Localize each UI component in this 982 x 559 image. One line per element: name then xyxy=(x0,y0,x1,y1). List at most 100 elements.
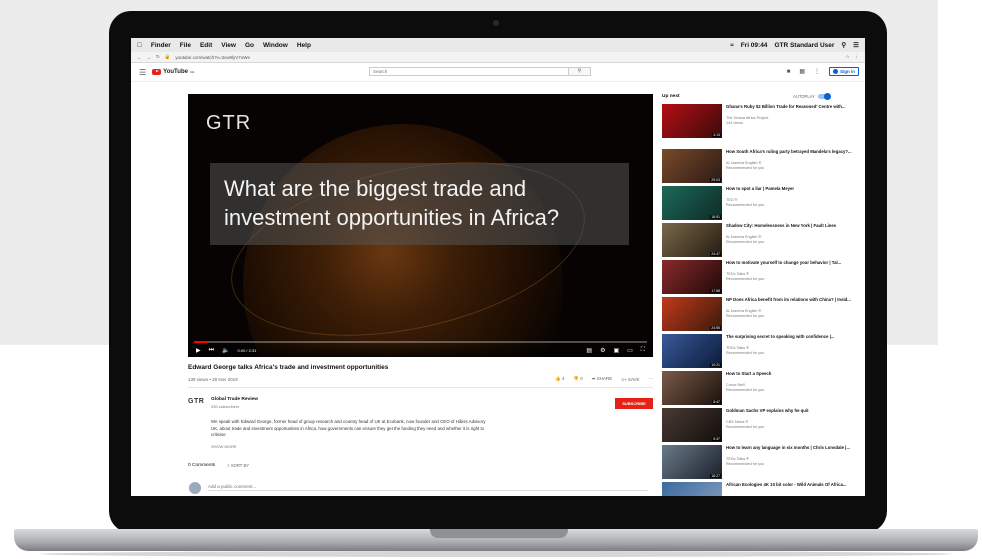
settings-gear-icon[interactable]: ⚙ xyxy=(600,347,605,354)
recommended-channel: Al Jazeera English ® xyxy=(726,235,762,239)
recommended-title: Shadow City: Homelessness in New York | … xyxy=(726,223,837,228)
recommended-video[interactable]: 24:47 Shadow City: Homelessness in New Yo… xyxy=(662,223,862,259)
duration-badge: 5:37 xyxy=(712,437,721,441)
next-icon[interactable]: ⏭ xyxy=(209,347,214,354)
settings-icon[interactable]: ⋮ xyxy=(814,68,820,75)
recommended-meta: Recommended for you xyxy=(726,351,765,355)
subscribe-button[interactable]: SUBSCRIBE xyxy=(615,398,653,409)
video-thumbnail[interactable]: 25:03 xyxy=(662,149,722,183)
sign-in-button[interactable]: Sign in xyxy=(829,67,859,76)
more-icon[interactable]: ⋯ xyxy=(649,376,654,382)
video-thumbnail[interactable]: 5:37 xyxy=(662,408,722,442)
forward-icon[interactable]: → xyxy=(147,55,152,60)
hamburger-icon[interactable]: ☰ xyxy=(139,68,146,77)
apps-icon[interactable]: ▦ xyxy=(799,68,805,75)
menu-view[interactable]: View xyxy=(221,42,236,49)
menu-go[interactable]: Go xyxy=(245,42,254,49)
save-button[interactable]: ≡+ SAVE xyxy=(621,377,639,382)
mac-menubar:  Finder File Edit View Go Window Help ≈… xyxy=(131,38,865,52)
channel-name[interactable]: Global Trade Review xyxy=(211,397,258,402)
theater-icon[interactable]: ▭ xyxy=(627,347,633,354)
comment-count: 0 Comments xyxy=(188,463,216,468)
autoplay-toggle[interactable]: AUTOPLAY xyxy=(793,93,831,100)
recommended-video[interactable]: 18:27 How to learn any language in six mo… xyxy=(662,445,862,481)
youtube-logo[interactable]: YouTube GB xyxy=(152,69,194,75)
spotlight-icon[interactable]: ⚲ xyxy=(841,41,846,49)
video-meta-row: 139 views • 28 Nov 2019 👍 4 👎 0 ➦ SHARE … xyxy=(188,376,653,382)
play-icon[interactable]: ▶ xyxy=(196,347,201,354)
video-thumbnail[interactable]: 17:58 xyxy=(662,260,722,294)
apple-icon[interactable]:  xyxy=(137,42,142,49)
search-input[interactable] xyxy=(369,67,569,76)
menu-help[interactable]: Help xyxy=(297,42,311,49)
recommended-channel: TED ® xyxy=(726,198,738,202)
recommended-channel: The Ghana Africa Project xyxy=(726,116,769,120)
url-bar[interactable]: youtube.com/watch?v=3vw8lyV7uWe xyxy=(175,55,250,60)
channel-avatar[interactable]: GTR xyxy=(188,398,204,405)
recommended-video[interactable]: 10:21 The surprising secret to speaking w… xyxy=(662,334,862,370)
browser-menu-icon[interactable]: ⋮ xyxy=(855,54,860,60)
video-description: We speak with Edward George, former head… xyxy=(211,419,486,437)
recommended-video[interactable]: 5:37 Goldman Sachs VP explains why he qui… xyxy=(662,408,862,444)
duration-badge: 4:13 xyxy=(712,133,721,137)
sort-by-button[interactable]: ≡ SORT BY xyxy=(227,463,249,468)
recommended-video[interactable]: 8:47 How to Start a Speech Conor Neill Reco… xyxy=(662,371,862,407)
recommended-title: How to spot a liar | Pamela Meyer xyxy=(726,186,795,191)
browser-toolbar: ← → ↻ 🔒 youtube.com/watch?v=3vw8lyV7uWe … xyxy=(131,52,865,63)
recommended-video[interactable]: 17:58 How to motivate yourself to change … xyxy=(662,260,862,296)
video-thumbnail[interactable]: 8:47 xyxy=(662,371,722,405)
menu-window[interactable]: Window xyxy=(263,42,288,49)
wifi-icon[interactable]: ≈ xyxy=(730,42,734,49)
header-actions: ■ ▦ ⋮ Sign in xyxy=(787,67,859,76)
video-thumbnail[interactable] xyxy=(662,482,722,496)
search-icon[interactable]: ⚲ xyxy=(569,67,591,76)
recommended-title: The surprising secret to speaking with c… xyxy=(726,334,835,339)
fullscreen-icon[interactable]: ⛶ xyxy=(641,347,645,354)
video-thumbnail[interactable]: 24:47 xyxy=(662,223,722,257)
recommended-video[interactable]: 25:03 How South Africa's ruling party bet… xyxy=(662,149,862,185)
reload-icon[interactable]: ↻ xyxy=(156,54,160,60)
dislike-button[interactable]: 👎 0 xyxy=(573,376,582,382)
toggle-switch[interactable] xyxy=(817,93,831,100)
recommended-video[interactable]: African Ecologies 4K 10 bit color - Wild… xyxy=(662,482,862,496)
notifications-icon[interactable]: ☰ xyxy=(853,41,859,49)
menu-finder[interactable]: Finder xyxy=(151,42,171,49)
recommended-meta: Recommended for you xyxy=(726,388,765,392)
recommended-video[interactable]: 4:13 Ghana's Ruby $2 Billion Trade for Re… xyxy=(662,104,862,140)
recommended-meta: Recommended for you xyxy=(726,277,765,281)
progress-bar[interactable] xyxy=(194,341,647,343)
video-thumbnail[interactable]: 24:55 xyxy=(662,297,722,331)
lock-icon: 🔒 xyxy=(164,54,171,59)
recommended-meta: Recommended for you xyxy=(726,166,765,170)
video-thumbnail[interactable]: 4:13 xyxy=(662,104,722,138)
overlay-title: What are the biggest trade and investmen… xyxy=(224,176,560,230)
recommended-video[interactable]: 24:55 NP Does Africa benefit from its rel… xyxy=(662,297,862,333)
user-name[interactable]: GTR Standard User xyxy=(774,42,834,49)
subtitles-icon[interactable]: ▤ xyxy=(586,347,592,354)
video-thumbnail[interactable]: 18:27 xyxy=(662,445,722,479)
show-more-link[interactable]: SHOW MORE xyxy=(211,444,237,449)
video-thumbnail[interactable]: 10:21 xyxy=(662,334,722,368)
duration-badge: 18:27 xyxy=(710,474,721,478)
time-display: 0:00 / 2:31 xyxy=(237,348,257,353)
duration-badge: 25:03 xyxy=(710,178,721,182)
clock-text[interactable]: Fri 09:44 xyxy=(741,42,768,49)
video-thumbnail[interactable]: 18:51 xyxy=(662,186,722,220)
menu-file[interactable]: File xyxy=(180,42,191,49)
back-icon[interactable]: ← xyxy=(137,55,142,60)
recommended-channel: TEDx Talks ® xyxy=(726,346,749,350)
video-player[interactable]: GTR What are the biggest trade and inves… xyxy=(188,94,653,357)
like-button[interactable]: 👍 4 xyxy=(555,376,564,382)
menu-edit[interactable]: Edit xyxy=(200,42,212,49)
star-icon[interactable]: ☆ xyxy=(845,54,849,60)
comment-input[interactable] xyxy=(208,483,648,491)
recommended-channel: Al Jazeera English ® xyxy=(726,161,762,165)
volume-icon[interactable]: 🔈 xyxy=(222,347,229,354)
recommended-meta: Recommended for you xyxy=(726,240,765,244)
recommended-title: How to Start a Speech xyxy=(726,371,772,376)
miniplayer-icon[interactable]: ▣ xyxy=(613,347,619,354)
create-video-icon[interactable]: ■ xyxy=(787,69,791,75)
recommended-video[interactable]: 18:51 How to spot a liar | Pamela Meyer TE… xyxy=(662,186,862,222)
search-bar: ⚲ xyxy=(369,67,591,76)
share-button[interactable]: ➦ SHARE xyxy=(592,376,613,382)
